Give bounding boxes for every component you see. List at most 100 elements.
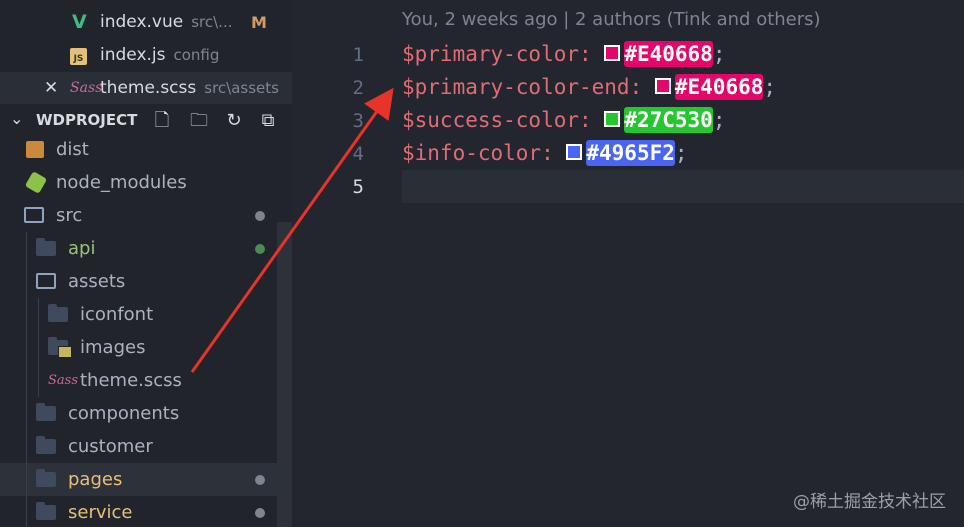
color-swatch[interactable] — [604, 45, 621, 61]
tree-item-label: src — [56, 205, 83, 226]
scss-variable: $info-color: — [402, 141, 554, 165]
code-line[interactable]: $success-color: #27C530; — [402, 104, 725, 137]
indent-guide — [26, 364, 27, 397]
scss-variable: $primary-color: — [402, 42, 592, 66]
line-number: 4 — [352, 143, 364, 165]
refresh-icon[interactable]: ↻ — [223, 110, 245, 132]
tree-item-service[interactable]: service — [0, 496, 277, 527]
code-line[interactable]: $info-color: #4965F2; — [402, 137, 688, 170]
tree-item-label: iconfont — [80, 304, 154, 325]
line-number: 1 — [352, 44, 364, 66]
code-line[interactable]: $primary-color: #E40668; — [402, 38, 725, 71]
image-badge-icon — [58, 346, 72, 358]
open-editor-index-js[interactable]: JS index.js config — [0, 39, 292, 72]
tree-item-customer[interactable]: customer — [0, 430, 277, 463]
indent-guide — [26, 430, 27, 463]
open-editor-filename: index.vue — [100, 12, 184, 32]
folder-icon — [48, 304, 68, 322]
color-swatch[interactable] — [604, 111, 621, 127]
tree-item-dist[interactable]: dist — [0, 133, 277, 166]
folder-icon — [36, 436, 56, 454]
tree-item-label: node_modules — [56, 172, 187, 193]
tree-item-label: pages — [68, 469, 123, 490]
line-number: 2 — [352, 77, 364, 99]
color-swatch[interactable] — [566, 144, 583, 160]
semicolon: ; — [712, 42, 726, 66]
tree-item-label: components — [68, 403, 180, 424]
semicolon: ; — [712, 108, 726, 132]
indent-guide — [26, 298, 27, 331]
scss-variable: $primary-color-end: — [402, 75, 643, 99]
git-status-dot — [255, 211, 265, 221]
new-file-icon[interactable]: 🗋 — [151, 110, 173, 132]
open-editor-theme-scss[interactable]: ✕ Sass theme.scss src\assets — [0, 72, 292, 105]
color-value: #27C530 — [624, 107, 713, 133]
indent-guide — [38, 298, 39, 331]
node-folder-icon — [24, 171, 48, 194]
folder-open-icon — [36, 273, 56, 289]
tree-item-label: customer — [68, 436, 153, 457]
code-line[interactable]: $primary-color-end: #E40668; — [402, 71, 776, 104]
sass-file-icon: Sass — [70, 80, 103, 96]
line-number: 5 — [352, 176, 364, 198]
vue-file-icon: V — [72, 11, 87, 33]
indent-guide — [26, 232, 27, 265]
scss-variable: $success-color: — [402, 108, 592, 132]
tree-item-label: images — [80, 337, 146, 358]
current-line-highlight — [402, 170, 964, 203]
folder-icon — [36, 238, 56, 256]
tree-item-label: assets — [68, 271, 126, 292]
tree-item-label: api — [68, 238, 96, 259]
tree-item-api[interactable]: api — [0, 232, 277, 265]
indent-guide — [26, 265, 27, 298]
folder-open-icon — [24, 207, 44, 223]
tree-item-label: service — [68, 502, 133, 523]
semicolon: ; — [763, 75, 777, 99]
color-value: #E40668 — [674, 74, 764, 100]
new-folder-icon[interactable]: 🗀 — [188, 110, 210, 132]
open-editor-path: src\assets — [204, 79, 279, 97]
js-file-icon: JS — [70, 48, 87, 65]
line-number: 3 — [352, 110, 364, 132]
tree-item-images[interactable]: images — [0, 331, 277, 364]
open-editor-index-vue[interactable]: V index.vue src\... M — [0, 6, 292, 39]
folder-icon — [36, 502, 56, 520]
color-value: #E40668 — [624, 41, 713, 67]
semicolon: ; — [674, 141, 688, 165]
folder-icon — [36, 469, 56, 487]
watermark: @稀土掘金技术社区 — [793, 492, 946, 512]
sass-file-icon: Sass — [48, 373, 78, 388]
indent-guide — [38, 331, 39, 364]
open-editor-path: src\... — [191, 13, 233, 31]
tree-item-theme-scss[interactable]: Sass theme.scss — [0, 364, 277, 397]
chevron-down-icon[interactable]: ⌄ — [10, 109, 23, 128]
git-status-dot — [255, 508, 265, 518]
tree-item-src[interactable]: src — [0, 199, 277, 232]
indent-guide — [26, 331, 27, 364]
tree-item-label: dist — [56, 139, 89, 160]
package-folder-icon — [26, 141, 44, 158]
tree-item-node-modules[interactable]: node_modules — [0, 166, 277, 199]
open-editor-path: config — [173, 46, 220, 64]
explorer-sidebar: V index.vue src\... M JS index.js config ✕… — [0, 0, 292, 527]
close-icon[interactable]: ✕ — [44, 72, 58, 105]
tree-item-label: theme.scss — [80, 370, 182, 391]
color-value: #4965F2 — [586, 140, 675, 166]
indent-guide — [26, 463, 27, 496]
sidebar-scrollbar[interactable] — [277, 222, 292, 527]
code-editor[interactable]: You, 2 weeks ago | 2 authors (Tink and o… — [292, 0, 964, 527]
indent-guide — [38, 364, 39, 397]
tree-item-iconfont[interactable]: iconfont — [0, 298, 277, 331]
git-status-dot — [255, 244, 265, 254]
open-editor-filename: index.js — [100, 45, 166, 65]
indent-guide — [26, 397, 27, 430]
git-status-dot — [255, 475, 265, 485]
collapse-all-icon[interactable]: ⧉ — [257, 110, 279, 132]
tree-item-pages[interactable]: pages — [0, 463, 277, 496]
modified-badge: M — [251, 13, 267, 32]
open-editor-filename: theme.scss — [100, 78, 197, 98]
tree-item-components[interactable]: components — [0, 397, 277, 430]
tree-item-assets[interactable]: assets — [0, 265, 277, 298]
git-blame-annotation: You, 2 weeks ago | 2 authors (Tink and o… — [402, 9, 821, 30]
color-swatch[interactable] — [654, 78, 671, 94]
